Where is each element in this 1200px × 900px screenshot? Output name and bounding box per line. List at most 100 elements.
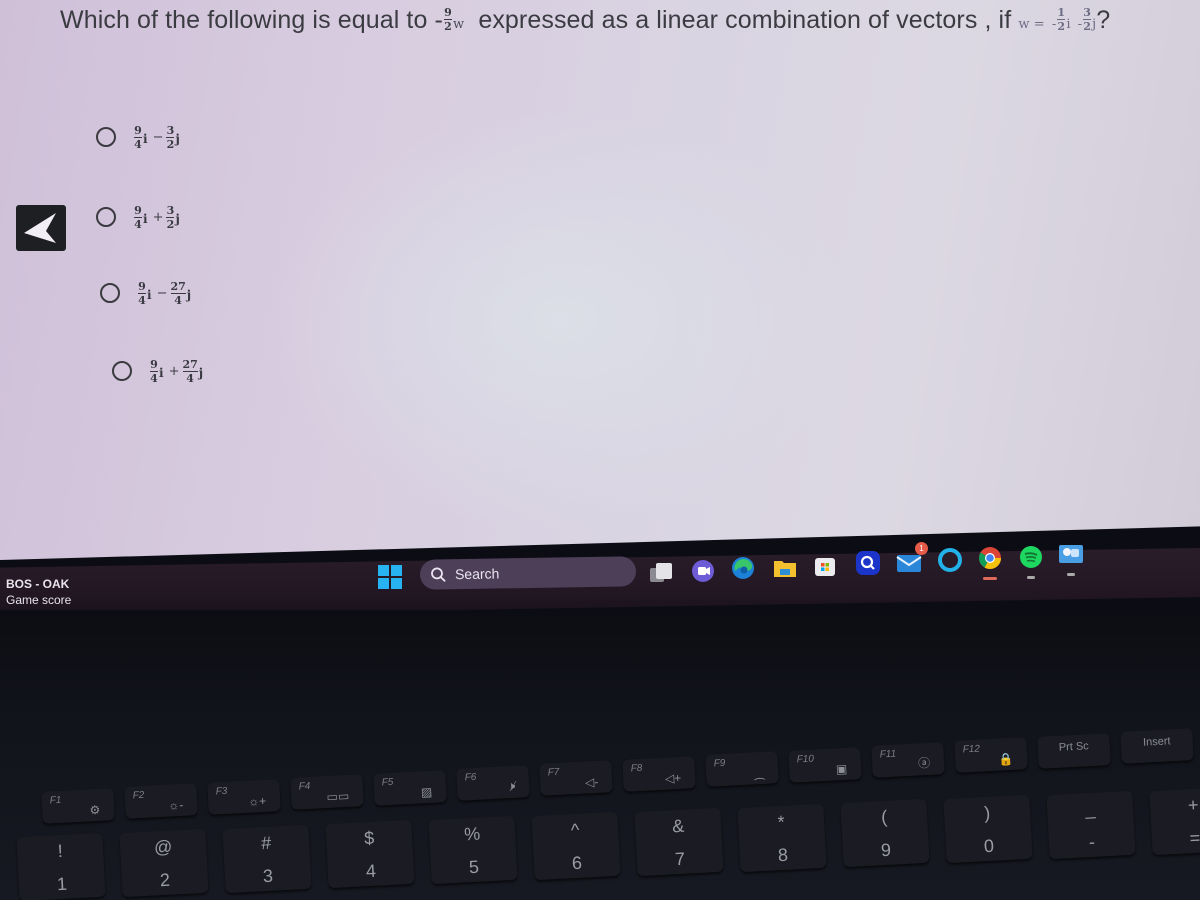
- number-key: @2: [119, 828, 209, 898]
- radio-button[interactable]: [112, 361, 132, 381]
- active-indicator: [983, 577, 997, 580]
- shift-symbol: #: [260, 832, 272, 853]
- shift-symbol: +: [1187, 794, 1199, 816]
- start-button[interactable]: [378, 565, 402, 589]
- function-key-icon: ⓐ: [917, 755, 931, 771]
- answer-option[interactable]: 94 i − 32 j: [96, 120, 182, 154]
- alexa-icon: [938, 548, 962, 572]
- laptop-keyboard: F1 ⚙ F2 ☼- F3 ☼+ F4 ▭▭ F5 ▨ F6 🕨̸ F7 ◁- F8 ◁+ F9 ⁔ F10 ▣ F11…: [0, 610, 1200, 900]
- key-character: 8: [777, 844, 789, 865]
- key-character: 4: [365, 861, 377, 882]
- edge-button[interactable]: [730, 555, 756, 581]
- weather-icon: [1059, 545, 1083, 563]
- function-key-label: F7: [547, 767, 560, 779]
- denominator: 4: [150, 371, 158, 385]
- function-key-icon: ▭▭: [326, 789, 350, 805]
- widget-subtitle: Game score: [6, 593, 72, 607]
- option-expression: 94 i − 27 4 j: [138, 281, 193, 306]
- definition-lhs: w =: [1018, 17, 1045, 32]
- windows-logo-pane: [378, 578, 389, 589]
- scalar-fraction: 92: [443, 7, 452, 33]
- function-key: F5 ▨: [373, 769, 447, 806]
- number-key: #3: [222, 824, 312, 893]
- function-key-icon: ▣: [835, 761, 848, 777]
- file-explorer-button[interactable]: [772, 555, 798, 581]
- number-key: (9: [840, 799, 930, 868]
- unit-vector-j: j: [175, 132, 180, 146]
- unit-vector-i: i: [143, 212, 148, 226]
- function-key-label: F6: [464, 771, 477, 784]
- number-key: + =: [1149, 786, 1200, 856]
- search-app-button[interactable]: [855, 550, 881, 576]
- term2-numerator: 3: [1083, 5, 1091, 19]
- back-button[interactable]: [16, 205, 66, 251]
- key-character: 0: [983, 835, 995, 857]
- question-mark: ?: [1096, 6, 1111, 34]
- taskbar-search[interactable]: Search: [419, 556, 637, 590]
- unit-vector-j: j: [186, 288, 192, 302]
- key-character: =: [1189, 827, 1200, 849]
- radio-button[interactable]: [100, 283, 120, 303]
- answer-option[interactable]: 94 i + 32 j: [96, 200, 182, 234]
- function-key-label: F12: [962, 743, 981, 756]
- term2-sign: -: [1077, 17, 1083, 32]
- video-chat-button[interactable]: [690, 558, 716, 584]
- key-character: 5: [468, 856, 480, 878]
- answer-option[interactable]: 94 i + 27 4 j: [112, 354, 205, 388]
- shift-symbol: *: [777, 811, 786, 832]
- number-key: $4: [325, 820, 415, 889]
- video-chat-icon: [692, 560, 714, 582]
- mail-button[interactable]: 1: [896, 542, 928, 575]
- weather-widget[interactable]: BOS - OAK Game score: [6, 576, 71, 608]
- chrome-button[interactable]: [977, 545, 1003, 580]
- term2-denominator: 2: [1083, 19, 1091, 33]
- widget-title: BOS - OAK: [6, 577, 70, 591]
- function-key-icon: 🕨̸: [507, 778, 516, 794]
- weather-app-button[interactable]: [1058, 541, 1084, 576]
- function-key-label: F1: [49, 794, 62, 807]
- answer-option[interactable]: 94 i − 27 4 j: [100, 276, 193, 310]
- scalar-sign: -: [434, 6, 443, 34]
- i-coefficient: 94: [134, 125, 142, 150]
- denominator: 4: [186, 371, 194, 385]
- function-key: F9 ⁔: [705, 751, 779, 788]
- windows-logo-pane: [391, 578, 402, 589]
- scalar-denominator: 2: [444, 19, 452, 33]
- spotify-button[interactable]: [1018, 544, 1044, 579]
- function-key: F8 ◁+: [622, 755, 696, 792]
- task-view-button[interactable]: [648, 560, 674, 586]
- radio-button[interactable]: [96, 127, 116, 147]
- arrow-left-icon: [24, 213, 56, 243]
- shift-symbol: @: [153, 836, 173, 858]
- radio-button[interactable]: [96, 207, 116, 227]
- running-indicator: [1027, 576, 1035, 579]
- numerator: 27: [170, 279, 186, 293]
- denominator: 4: [134, 137, 142, 151]
- function-key: F10 ▣: [788, 746, 862, 783]
- function-key-icon: ▨: [420, 784, 433, 800]
- function-key: F11 ⓐ: [871, 742, 945, 778]
- key-character: 3: [262, 865, 274, 886]
- operator: +: [168, 363, 180, 379]
- function-key: F3 ☼+: [207, 778, 281, 815]
- alexa-button[interactable]: [937, 547, 963, 573]
- function-key-icon: ⚙: [89, 802, 101, 818]
- store-button[interactable]: [812, 553, 838, 579]
- unit-vector-i: i: [159, 366, 164, 380]
- function-key-icon: ◁+: [664, 770, 682, 786]
- option-expression: 94 i − 32 j: [134, 125, 182, 150]
- function-key: Prt Sc: [1037, 732, 1111, 769]
- i-coefficient: 94: [150, 359, 158, 384]
- shift-symbol: ): [983, 803, 991, 824]
- numerator: 27: [182, 357, 198, 371]
- question-text: Which of the following is equal to -92w …: [60, 6, 1110, 35]
- shift-symbol: (: [880, 807, 888, 828]
- question-middle: expressed as a linear combination of vec…: [478, 6, 1012, 34]
- term1-denominator: 2: [1057, 19, 1066, 33]
- denominator: 2: [166, 137, 175, 151]
- store-icon: [815, 558, 835, 576]
- option-expression: 94 i + 27 4 j: [150, 359, 205, 384]
- number-key: _ -: [1046, 790, 1136, 860]
- numerator: 9: [138, 279, 146, 293]
- term1-unit: i: [1066, 17, 1071, 32]
